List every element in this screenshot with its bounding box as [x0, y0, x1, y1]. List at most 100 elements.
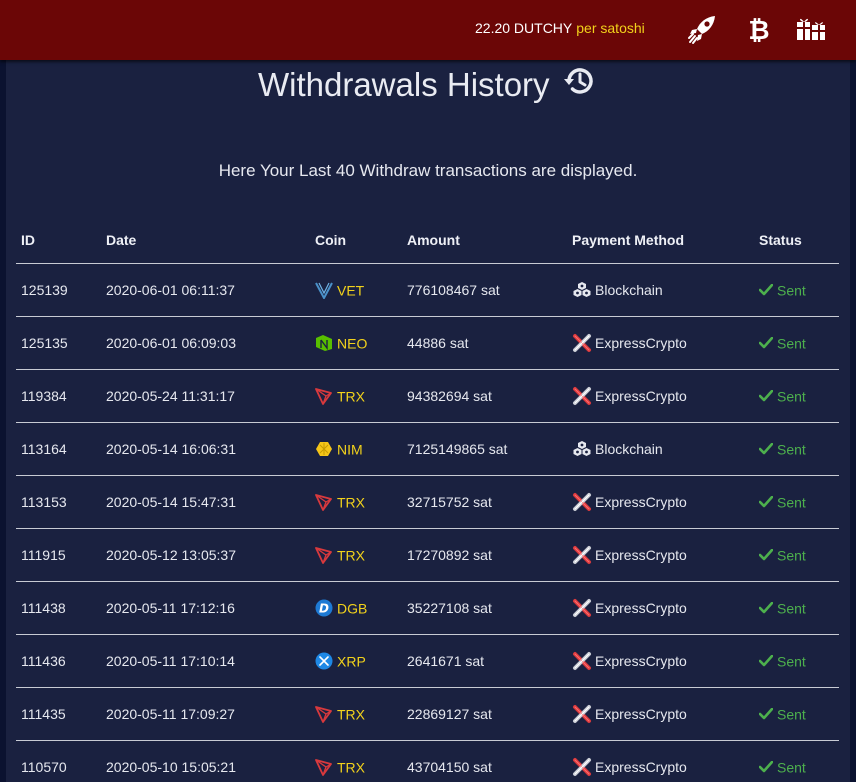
- cell-payment-method: ExpressCrypto: [567, 475, 754, 529]
- cell-id: 111435: [16, 687, 101, 741]
- cell-status: Sent: [754, 475, 839, 529]
- expresscrypto-icon: [572, 757, 592, 777]
- cell-amount: 776108467 sat: [402, 263, 567, 317]
- cell-amount: 35227108 sat: [402, 581, 567, 635]
- withdrawals-panel: Withdrawals History Here Your Last 40 Wi…: [6, 58, 850, 782]
- dgb-icon: D: [315, 599, 333, 617]
- table-row: 110570 2020-05-10 15:05:21 TRX 43704150 sat…: [16, 740, 839, 782]
- check-icon: [758, 760, 774, 776]
- status-badge: Sent: [777, 547, 806, 564]
- column-header-id: ID: [16, 216, 101, 264]
- coin-label: DGB: [337, 600, 368, 617]
- withdrawals-table: ID Date Coin Amount Payment Method Statu…: [16, 216, 839, 782]
- payment-method-label: Blockchain: [595, 441, 663, 457]
- cell-date: 2020-05-11 17:12:16: [101, 581, 310, 635]
- nim-icon: [315, 440, 333, 458]
- check-icon: [758, 601, 774, 617]
- cell-coin: TRX: [310, 475, 402, 529]
- table-row: 113164 2020-05-14 16:06:31 NIM 7125149865 s…: [16, 422, 839, 476]
- table-row: 111915 2020-05-12 13:05:37 TRX 17270892 sat…: [16, 528, 839, 582]
- cell-id: 125135: [16, 316, 101, 370]
- cell-date: 2020-05-24 11:31:17: [101, 369, 310, 423]
- table-body: 125139 2020-06-01 06:11:37 VET 776108467 sa…: [16, 263, 839, 782]
- column-header-date: Date: [101, 216, 310, 264]
- cell-date: 2020-06-01 06:11:37: [101, 263, 310, 317]
- cell-amount: 2641671 sat: [402, 634, 567, 688]
- cell-id: 111438: [16, 581, 101, 635]
- cell-status: Sent: [754, 687, 839, 741]
- column-header-coin: Coin: [310, 216, 402, 264]
- coin-label: TRX: [337, 547, 365, 564]
- coin-label: TRX: [337, 706, 365, 723]
- table-row: 111438 2020-05-11 17:12:16 D DGB 35227108 sa…: [16, 581, 839, 635]
- status-badge: Sent: [777, 282, 806, 299]
- column-header-payment-method: Payment Method: [567, 216, 754, 264]
- check-icon: [758, 654, 774, 670]
- cell-date: 2020-05-11 17:09:27: [101, 687, 310, 741]
- gift-boxes-icon[interactable]: [794, 12, 828, 46]
- expresscrypto-icon: [572, 333, 592, 353]
- column-header-status: Status: [754, 216, 839, 264]
- expresscrypto-icon: [572, 598, 592, 618]
- payment-method-label: ExpressCrypto: [595, 335, 687, 351]
- cell-coin: TRX: [310, 740, 402, 782]
- check-icon: [758, 548, 774, 564]
- table-header-row: ID Date Coin Amount Payment Method Statu…: [16, 216, 839, 264]
- neo-icon: [315, 334, 333, 352]
- cell-date: 2020-05-11 17:10:14: [101, 634, 310, 688]
- cell-id: 110570: [16, 740, 101, 782]
- payment-method-label: ExpressCrypto: [595, 388, 687, 404]
- expresscrypto-icon: [572, 545, 592, 565]
- status-badge: Sent: [777, 441, 806, 458]
- expresscrypto-icon: [572, 704, 592, 724]
- table-row: 111436 2020-05-11 17:10:14 XRP 2641671 sat E…: [16, 634, 839, 688]
- cell-coin: TRX: [310, 369, 402, 423]
- cell-amount: 43704150 sat: [402, 740, 567, 782]
- cell-date: 2020-05-10 15:05:21: [101, 740, 310, 782]
- history-icon: [562, 63, 598, 104]
- coin-label: XRP: [337, 653, 366, 670]
- cell-date: 2020-05-14 16:06:31: [101, 422, 310, 476]
- cell-status: Sent: [754, 316, 839, 370]
- cell-status: Sent: [754, 263, 839, 317]
- cell-payment-method: ExpressCrypto: [567, 316, 754, 370]
- column-header-amount: Amount: [402, 216, 567, 264]
- vet-icon: [315, 281, 333, 301]
- cell-status: Sent: [754, 634, 839, 688]
- cell-date: 2020-05-14 15:47:31: [101, 475, 310, 529]
- status-badge: Sent: [777, 759, 806, 776]
- table-row: 125139 2020-06-01 06:11:37 VET 776108467 sa…: [16, 263, 839, 317]
- expresscrypto-icon: [572, 386, 592, 406]
- page-title-row: Withdrawals History: [6, 66, 850, 104]
- cell-id: 113164: [16, 422, 101, 476]
- cell-coin: XRP: [310, 634, 402, 688]
- cell-status: Sent: [754, 740, 839, 782]
- payment-method-label: ExpressCrypto: [595, 653, 687, 669]
- cell-id: 111915: [16, 528, 101, 582]
- cell-status: Sent: [754, 369, 839, 423]
- coin-label: VET: [337, 282, 365, 299]
- trx-icon: [315, 705, 333, 724]
- rate-value: 22.20 DUTCHY: [475, 20, 573, 36]
- cell-coin: D DGB: [310, 581, 402, 635]
- table-row: 111435 2020-05-11 17:09:27 TRX 22869127 sat…: [16, 687, 839, 741]
- check-icon: [758, 283, 774, 299]
- cell-payment-method: ExpressCrypto: [567, 528, 754, 582]
- expresscrypto-icon: [572, 492, 592, 512]
- cell-coin: NEO: [310, 316, 402, 370]
- coin-label: NEO: [337, 335, 368, 352]
- check-icon: [758, 495, 774, 511]
- exchange-rate: 22.20 DUTCHY per satoshi: [475, 20, 645, 36]
- cell-status: Sent: [754, 528, 839, 582]
- cell-id: 125139: [16, 263, 101, 317]
- cell-coin: TRX: [310, 687, 402, 741]
- expresscrypto-icon: [572, 651, 592, 671]
- blockchain-icon: [572, 439, 592, 459]
- payment-method-label: ExpressCrypto: [595, 494, 687, 510]
- cell-amount: 22869127 sat: [402, 687, 567, 741]
- rocket-icon[interactable]: [686, 12, 720, 46]
- status-badge: Sent: [777, 494, 806, 511]
- cell-payment-method: ExpressCrypto: [567, 581, 754, 635]
- bitcoin-icon[interactable]: ₿: [742, 12, 776, 46]
- check-icon: [758, 336, 774, 352]
